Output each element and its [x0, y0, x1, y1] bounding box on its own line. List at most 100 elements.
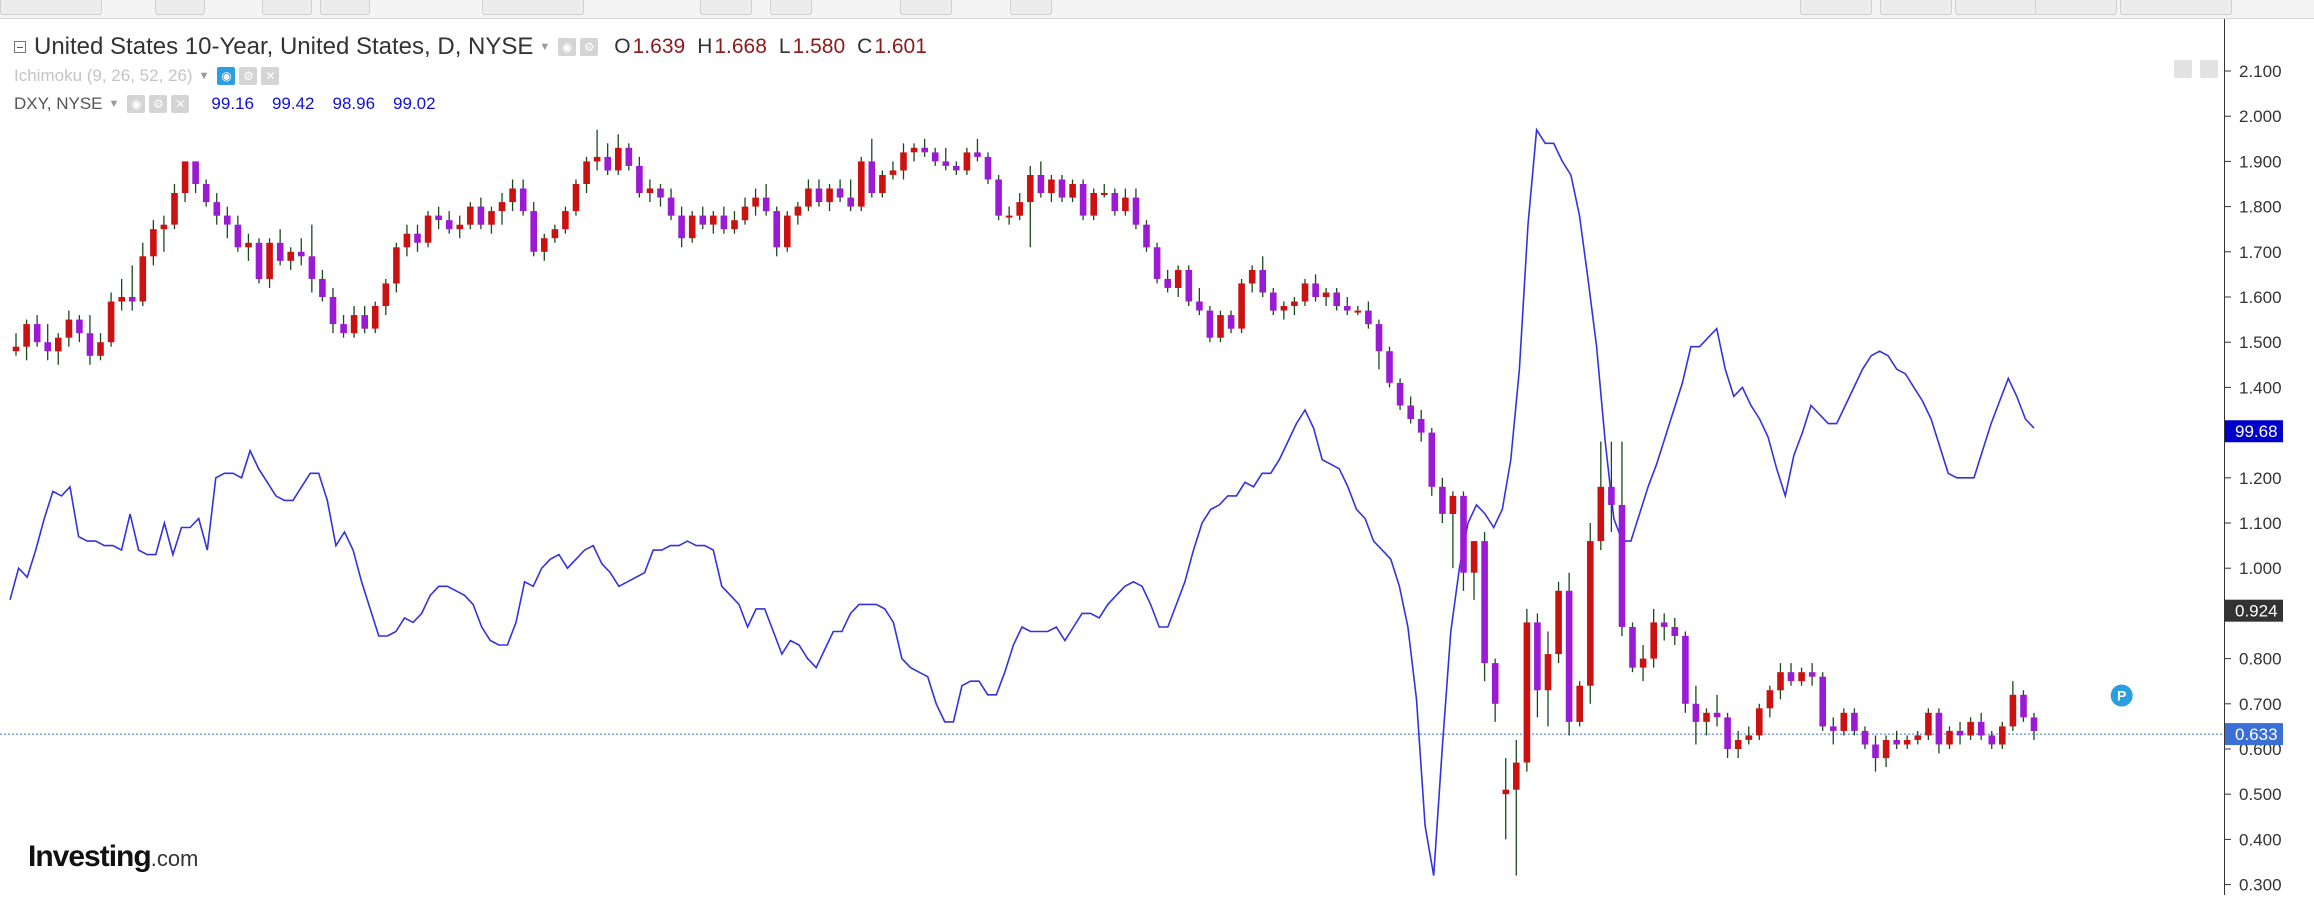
candle — [1417, 410, 1425, 442]
candle — [224, 206, 231, 239]
ichimoku-label[interactable]: Ichimoku (9, 26, 52, 26) — [14, 66, 193, 86]
candle-body — [1565, 590, 1573, 722]
eye-icon[interactable]: ◉ — [127, 95, 146, 113]
candle — [1143, 220, 1150, 252]
candle — [1037, 161, 1045, 198]
toolbar-button[interactable] — [262, 0, 312, 15]
toolbar-button[interactable] — [700, 0, 752, 15]
candle-body — [1682, 636, 1689, 704]
minus-box-icon[interactable] — [14, 41, 26, 53]
candle — [1270, 287, 1277, 316]
candle-body — [1037, 175, 1045, 194]
axis-tick-label: 0.700 — [2239, 695, 2282, 714]
candle-body — [1925, 712, 1932, 736]
dxy-last-badge-text: 99.68 — [2235, 422, 2278, 441]
candle-body — [519, 188, 527, 212]
candle — [65, 310, 73, 347]
toolbar-button[interactable] — [0, 0, 102, 15]
candle — [1090, 188, 1097, 221]
dxy-value-4: 99.02 — [393, 94, 436, 113]
candle-body — [23, 324, 30, 347]
candle-body — [509, 188, 516, 203]
price-axis[interactable]: 2.100 2.000 1.900 1.800 1.700 1.600 1.500 1.400… — [2224, 19, 2314, 895]
candle — [118, 278, 125, 311]
candle-body — [741, 206, 749, 221]
close-icon[interactable]: ✕ — [171, 95, 190, 113]
candle-body — [329, 297, 337, 325]
toolbar-button[interactable] — [320, 0, 370, 15]
candle-body — [1956, 730, 1964, 736]
toolbar-button[interactable] — [1880, 0, 1952, 15]
candle-body — [1291, 301, 1298, 306]
toolbar-button[interactable] — [900, 0, 952, 15]
candle — [963, 147, 971, 175]
candle — [741, 197, 749, 225]
candle-body — [1977, 721, 1985, 736]
candle — [1587, 523, 1594, 704]
candle — [1174, 265, 1182, 297]
candle — [319, 269, 326, 302]
toolbar-button[interactable] — [1800, 0, 1872, 15]
candle — [1914, 730, 1922, 745]
candle — [688, 211, 696, 243]
candle-body — [1946, 730, 1953, 745]
candle — [255, 238, 263, 284]
candle-body — [974, 152, 981, 157]
chart-area[interactable]: P — [0, 19, 2224, 895]
toolbar-button[interactable] — [1010, 0, 1052, 15]
candle-body — [181, 161, 189, 193]
candle-body — [55, 337, 62, 352]
caret-down-icon[interactable]: ▼ — [539, 41, 550, 53]
dxy-last-badge: 99.68 — [2225, 420, 2283, 443]
gear-icon[interactable]: ⚙ — [239, 67, 258, 85]
toolbar-button[interactable] — [2120, 0, 2232, 15]
candle-body — [308, 256, 316, 279]
eye-icon[interactable]: ◉ — [217, 67, 236, 85]
expand-icon[interactable] — [2200, 60, 2219, 78]
candle-body — [1650, 622, 1657, 659]
candle-body — [1671, 627, 1679, 636]
legend-main-row: United States 10-Year, United States, D,… — [14, 32, 927, 62]
candle — [97, 333, 104, 361]
candle-body — [1365, 310, 1372, 325]
axis-tick-label: 0.300 — [2239, 876, 2282, 895]
candle — [1238, 278, 1245, 334]
candle-body — [1692, 703, 1700, 722]
gear-icon[interactable]: ⚙ — [580, 38, 599, 56]
toolbar-button[interactable] — [155, 0, 205, 15]
candle — [1048, 174, 1055, 203]
dxy-label[interactable]: DXY, NYSE — [14, 94, 103, 114]
arrow-down-icon[interactable] — [2174, 60, 2192, 78]
toolbar-button[interactable] — [482, 0, 584, 15]
candle — [931, 147, 939, 166]
candle — [1027, 165, 1034, 248]
candle — [245, 233, 252, 261]
candle-body — [815, 188, 823, 203]
candle — [720, 206, 728, 234]
instrument-title[interactable]: United States 10-Year, United States, D,… — [34, 33, 533, 61]
candle-body — [107, 301, 115, 343]
caret-down-icon[interactable]: ▼ — [109, 98, 120, 110]
gear-icon[interactable]: ⚙ — [149, 95, 168, 113]
candle — [1692, 685, 1700, 745]
candle-body — [456, 224, 464, 230]
candle-body — [340, 324, 347, 334]
toolbar-button[interactable] — [770, 0, 812, 15]
axis-tick-label: 2.000 — [2239, 107, 2282, 126]
p-marker-label: P — [2117, 688, 2126, 704]
candle — [762, 184, 770, 216]
toolbar-button[interactable] — [1955, 0, 2037, 15]
candle — [1576, 681, 1583, 727]
toolbar-button[interactable] — [2035, 0, 2117, 15]
yield-last-badge-text: 0.633 — [2235, 725, 2278, 744]
candle — [1164, 269, 1171, 293]
candle — [784, 211, 791, 252]
candle — [1618, 441, 1626, 636]
eye-icon[interactable]: ◉ — [558, 38, 577, 56]
close-icon[interactable]: ✕ — [261, 67, 280, 85]
caret-down-icon[interactable]: ▼ — [199, 70, 210, 82]
candle — [995, 174, 1002, 221]
candle — [615, 134, 622, 175]
candle — [287, 247, 294, 270]
candle-body — [562, 211, 569, 230]
